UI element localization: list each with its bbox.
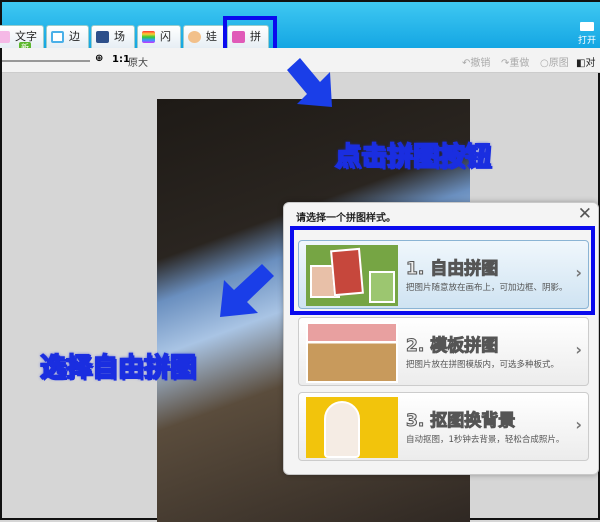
option-title: 3. 抠图换背景 (405, 411, 516, 432)
option-title: 2. 模板拼图 (405, 336, 499, 357)
close-icon[interactable]: ✕ (578, 204, 592, 224)
option-desc: 自动抠图，1秒钟去背景，轻松合成照片。 (406, 435, 565, 445)
arrow-down-right (287, 58, 332, 107)
option-template-collage[interactable]: 2. 模板拼图 把图片放在拼图模版内，可选多种板式。 › (298, 317, 589, 386)
option-cutout-background[interactable]: 3. 抠图换背景 自动抠图，1秒钟去背景，轻松合成照片。 › (298, 392, 589, 461)
annotation-choose-free: 选择自由拼图 (39, 352, 197, 384)
free-collage-highlight (290, 226, 595, 315)
chevron-right-icon: › (575, 340, 582, 359)
arrow-down-left (220, 264, 274, 317)
cutout-thumbnail (306, 397, 398, 458)
annotation-click-collage: 点击拼图按钮 (334, 141, 492, 173)
chevron-right-icon: › (575, 415, 582, 434)
dialog-title: 请选择一个拼图样式。 (296, 213, 396, 224)
template-collage-thumbnail (306, 322, 398, 383)
option-desc: 把图片放在拼图模版内，可选多种板式。 (406, 360, 560, 370)
